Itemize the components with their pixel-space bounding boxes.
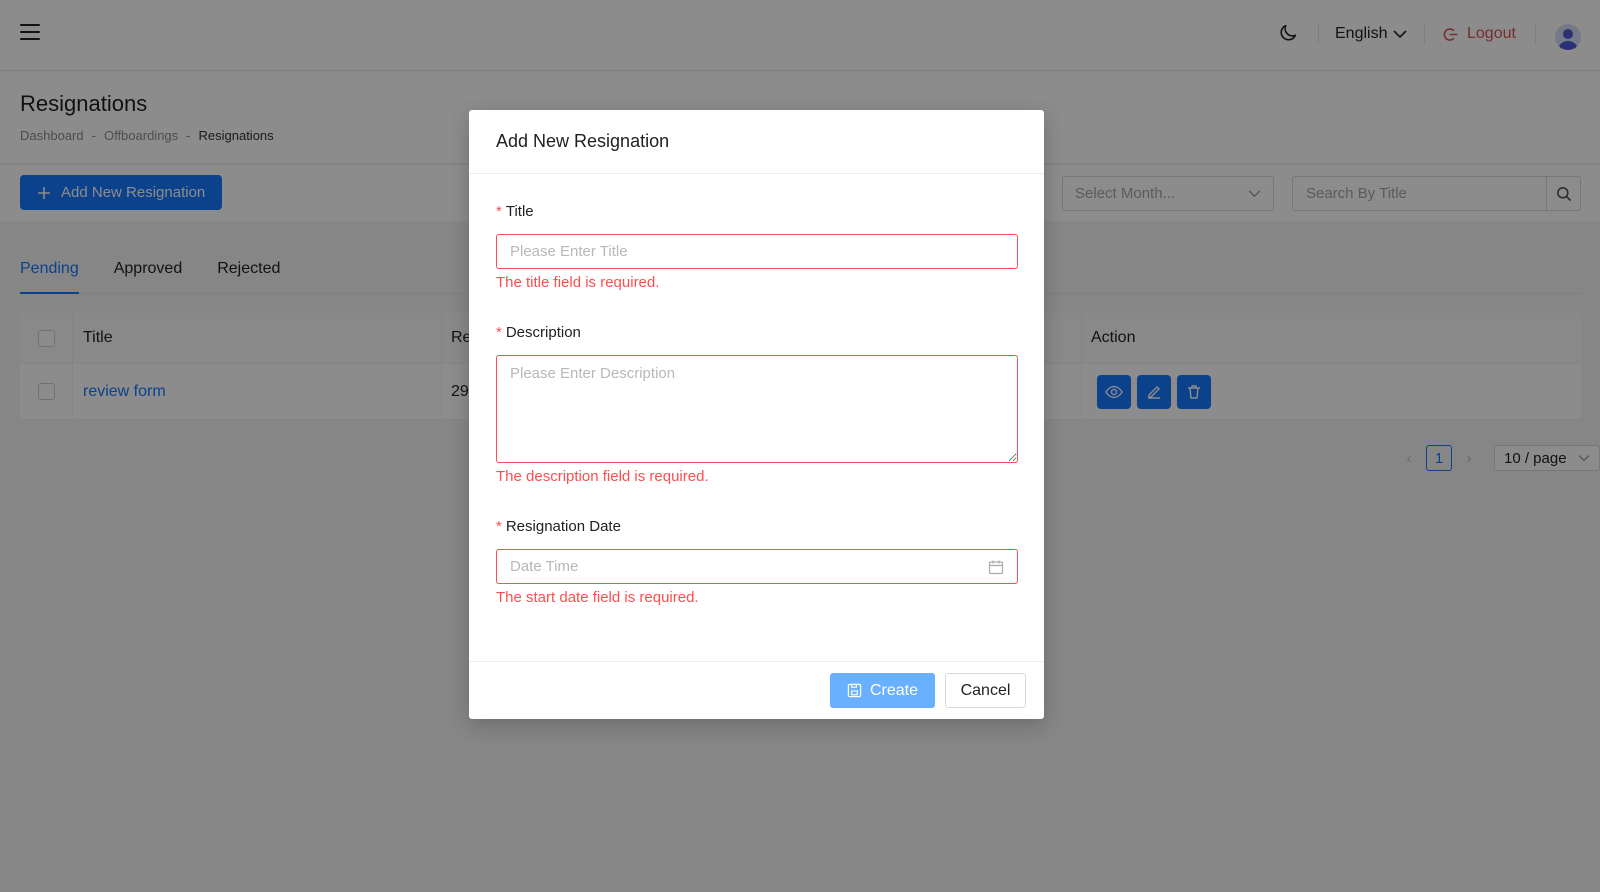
description-textarea[interactable] (496, 355, 1018, 463)
title-label-text: Title (505, 203, 534, 220)
required-mark: * (496, 324, 502, 341)
save-icon (847, 683, 862, 698)
create-label: Create (869, 681, 919, 699)
date-placeholder: Date Time (510, 558, 579, 575)
resignation-date-picker[interactable]: Date Time (496, 549, 1018, 584)
date-label-text: Resignation Date (505, 518, 621, 535)
date-label: * Resignation Date (496, 518, 621, 535)
description-error: The description field is required. (496, 468, 709, 485)
modal-title: Add New Resignation (469, 110, 1044, 174)
required-mark: * (496, 518, 502, 535)
calendar-icon (988, 560, 1004, 574)
title-input[interactable] (496, 234, 1018, 269)
description-label-text: Description (505, 324, 581, 341)
required-mark: * (496, 203, 502, 220)
date-error: The start date field is required. (496, 589, 699, 606)
create-button[interactable]: Create (830, 673, 935, 708)
cancel-button[interactable]: Cancel (945, 673, 1026, 708)
modal-footer: Create Cancel (469, 661, 1044, 719)
title-error: The title field is required. (496, 274, 660, 291)
add-resignation-modal: Add New Resignation *Title The title fie… (469, 110, 1044, 719)
description-label: * Description (496, 324, 581, 341)
title-label: * Title (496, 203, 534, 220)
